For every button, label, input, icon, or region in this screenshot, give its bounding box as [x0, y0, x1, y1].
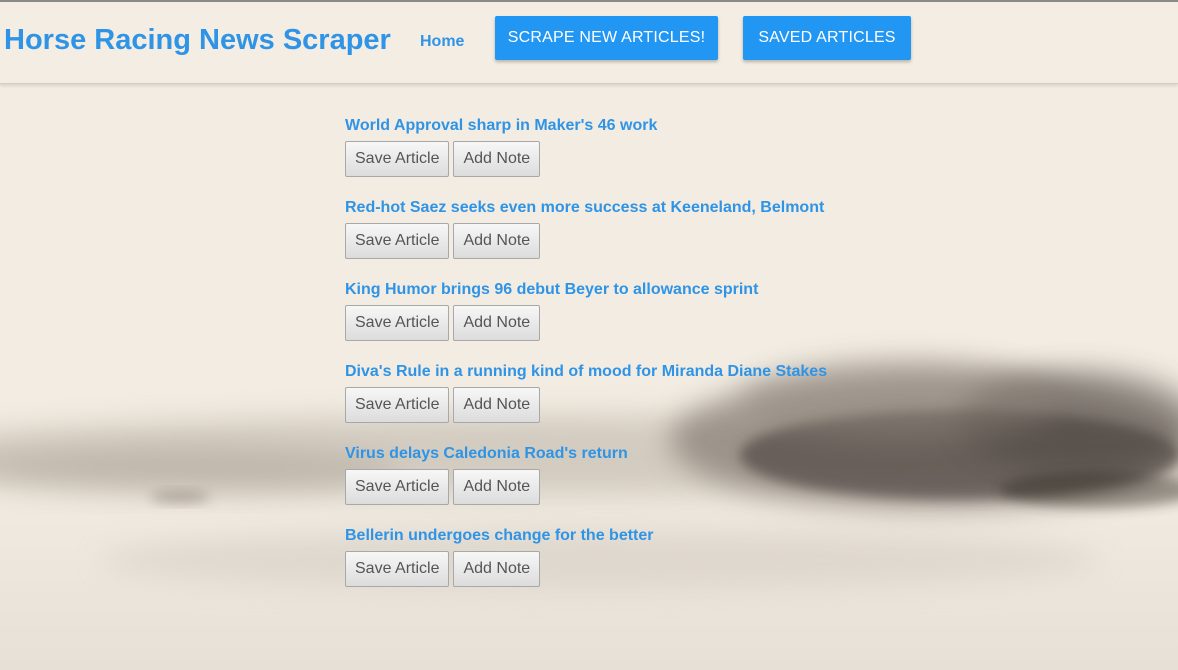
- article-title-link[interactable]: King Humor brings 96 debut Beyer to allo…: [345, 280, 945, 300]
- navbar: Horse Racing News Scraper Home SCRAPE NE…: [0, 2, 1178, 84]
- home-link[interactable]: Home: [420, 33, 464, 51]
- brand-title[interactable]: Horse Racing News Scraper: [4, 24, 391, 57]
- article-title-link[interactable]: Red-hot Saez seeks even more success at …: [345, 198, 945, 218]
- add-note-button[interactable]: Add Note: [453, 141, 541, 177]
- article-title-link[interactable]: Bellerin undergoes change for the better: [345, 526, 945, 546]
- article-title-link[interactable]: Virus delays Caledonia Road's return: [345, 444, 945, 464]
- article-item: Virus delays Caledonia Road's return Sav…: [345, 444, 945, 526]
- save-article-button[interactable]: Save Article: [345, 141, 450, 177]
- add-note-button[interactable]: Add Note: [453, 305, 541, 341]
- article-item: World Approval sharp in Maker's 46 work …: [345, 116, 945, 198]
- save-article-button[interactable]: Save Article: [345, 469, 450, 505]
- article-list: World Approval sharp in Maker's 46 work …: [345, 116, 945, 608]
- scrape-new-articles-button[interactable]: SCRAPE NEW ARTICLES!: [495, 16, 718, 60]
- article-title-link[interactable]: Diva's Rule in a running kind of mood fo…: [345, 362, 945, 382]
- save-article-button[interactable]: Save Article: [345, 551, 450, 587]
- save-article-button[interactable]: Save Article: [345, 305, 450, 341]
- add-note-button[interactable]: Add Note: [453, 551, 541, 587]
- save-article-button[interactable]: Save Article: [345, 223, 450, 259]
- add-note-button[interactable]: Add Note: [453, 387, 541, 423]
- article-item: King Humor brings 96 debut Beyer to allo…: [345, 280, 945, 362]
- saved-articles-button[interactable]: SAVED ARTICLES: [743, 16, 911, 60]
- article-item: Red-hot Saez seeks even more success at …: [345, 198, 945, 280]
- article-item: Diva's Rule in a running kind of mood fo…: [345, 362, 945, 444]
- save-article-button[interactable]: Save Article: [345, 387, 450, 423]
- add-note-button[interactable]: Add Note: [453, 469, 541, 505]
- article-item: Bellerin undergoes change for the better…: [345, 526, 945, 608]
- add-note-button[interactable]: Add Note: [453, 223, 541, 259]
- article-title-link[interactable]: World Approval sharp in Maker's 46 work: [345, 116, 945, 136]
